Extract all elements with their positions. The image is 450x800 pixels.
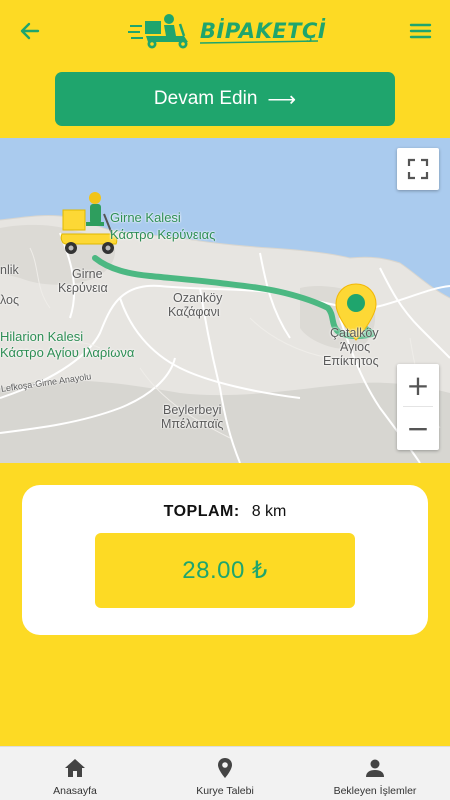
fullscreen-icon bbox=[407, 158, 429, 180]
back-button[interactable] bbox=[14, 16, 46, 46]
total-row: TOPLAM: 8 km bbox=[22, 503, 428, 521]
nav-label-courier-request: Kurye Talebi bbox=[196, 785, 254, 797]
bottom-navigation: Anasayfa Kurye Talebi Bekleyen İşlemler bbox=[0, 746, 450, 800]
map-label-ozankoy: Ozanköy bbox=[173, 291, 223, 305]
map-label-girne-kalesi: Girne Kalesi bbox=[110, 210, 181, 225]
map-label-girne-gr: Κερύνεια bbox=[58, 281, 108, 295]
map-label-girne-kalesi-gr: Κάστρο Κερύνειας bbox=[110, 227, 216, 242]
map-label-catalkoy-gr: Άγιος bbox=[340, 340, 371, 354]
map-label-catalkoy: Çatalköy bbox=[330, 326, 379, 340]
map-label-edge-1: nlik bbox=[0, 263, 19, 277]
location-pin-icon bbox=[218, 758, 232, 778]
zoom-controls: + − bbox=[397, 364, 439, 450]
map-label-beylerbeyi: Beylerbeyi bbox=[163, 403, 222, 417]
map-label-girne: Girne bbox=[72, 267, 103, 281]
arrow-left-icon bbox=[20, 22, 40, 40]
hamburger-menu-icon bbox=[409, 23, 432, 39]
map-label-edge-2: λος bbox=[0, 293, 20, 307]
nav-item-pending[interactable]: Bekleyen İşlemler bbox=[300, 747, 450, 800]
fullscreen-button[interactable] bbox=[397, 148, 439, 190]
nav-item-courier-request[interactable]: Kurye Talebi bbox=[150, 747, 300, 800]
continue-button-label: Devam Edin bbox=[153, 88, 258, 109]
terrain bbox=[0, 380, 450, 463]
price-value: 28.00 ₺ bbox=[182, 557, 268, 584]
app-header: BİPAKETÇİ bbox=[0, 0, 450, 62]
zoom-out-button[interactable]: − bbox=[397, 407, 439, 449]
menu-button[interactable] bbox=[404, 16, 436, 46]
route-map[interactable]: Girne Kalesi Κάστρο Κερύνειας Girne Κερύ… bbox=[0, 138, 450, 463]
total-label: TOPLAM: bbox=[163, 503, 240, 520]
map-label-hilarion: Hilarion Kalesi bbox=[0, 329, 84, 344]
map-label-hilarion-gr: Κάστρο Αγίου Ιλαρίωνα bbox=[0, 345, 135, 360]
home-icon bbox=[65, 759, 85, 777]
map-label-beylerbeyi-gr: Μπέλαπαϊς bbox=[161, 417, 224, 431]
price-box: 28.00 ₺ bbox=[95, 533, 355, 608]
logo-text: BİPAKETÇİ bbox=[200, 19, 327, 43]
arrow-right-icon: ⟶ bbox=[267, 88, 297, 111]
distance-value: 8 km bbox=[251, 503, 287, 520]
person-icon bbox=[366, 759, 384, 777]
zoom-in-button[interactable]: + bbox=[397, 364, 439, 406]
nav-label-home: Anasayfa bbox=[53, 785, 97, 797]
map-base bbox=[0, 138, 450, 463]
nav-item-home[interactable]: Anasayfa bbox=[0, 747, 150, 800]
app-logo: BİPAKETÇİ bbox=[128, 12, 327, 50]
map-label-ozankoy-gr: Καζάφανι bbox=[168, 305, 220, 319]
map-label-catalkoy-gr2: Επίκτητος bbox=[323, 354, 379, 368]
summary-card: TOPLAM: 8 km 28.00 ₺ bbox=[22, 485, 428, 635]
nav-label-pending: Bekleyen İşlemler bbox=[333, 785, 417, 797]
continue-button[interactable]: Devam Edin ⟶ bbox=[55, 72, 395, 126]
